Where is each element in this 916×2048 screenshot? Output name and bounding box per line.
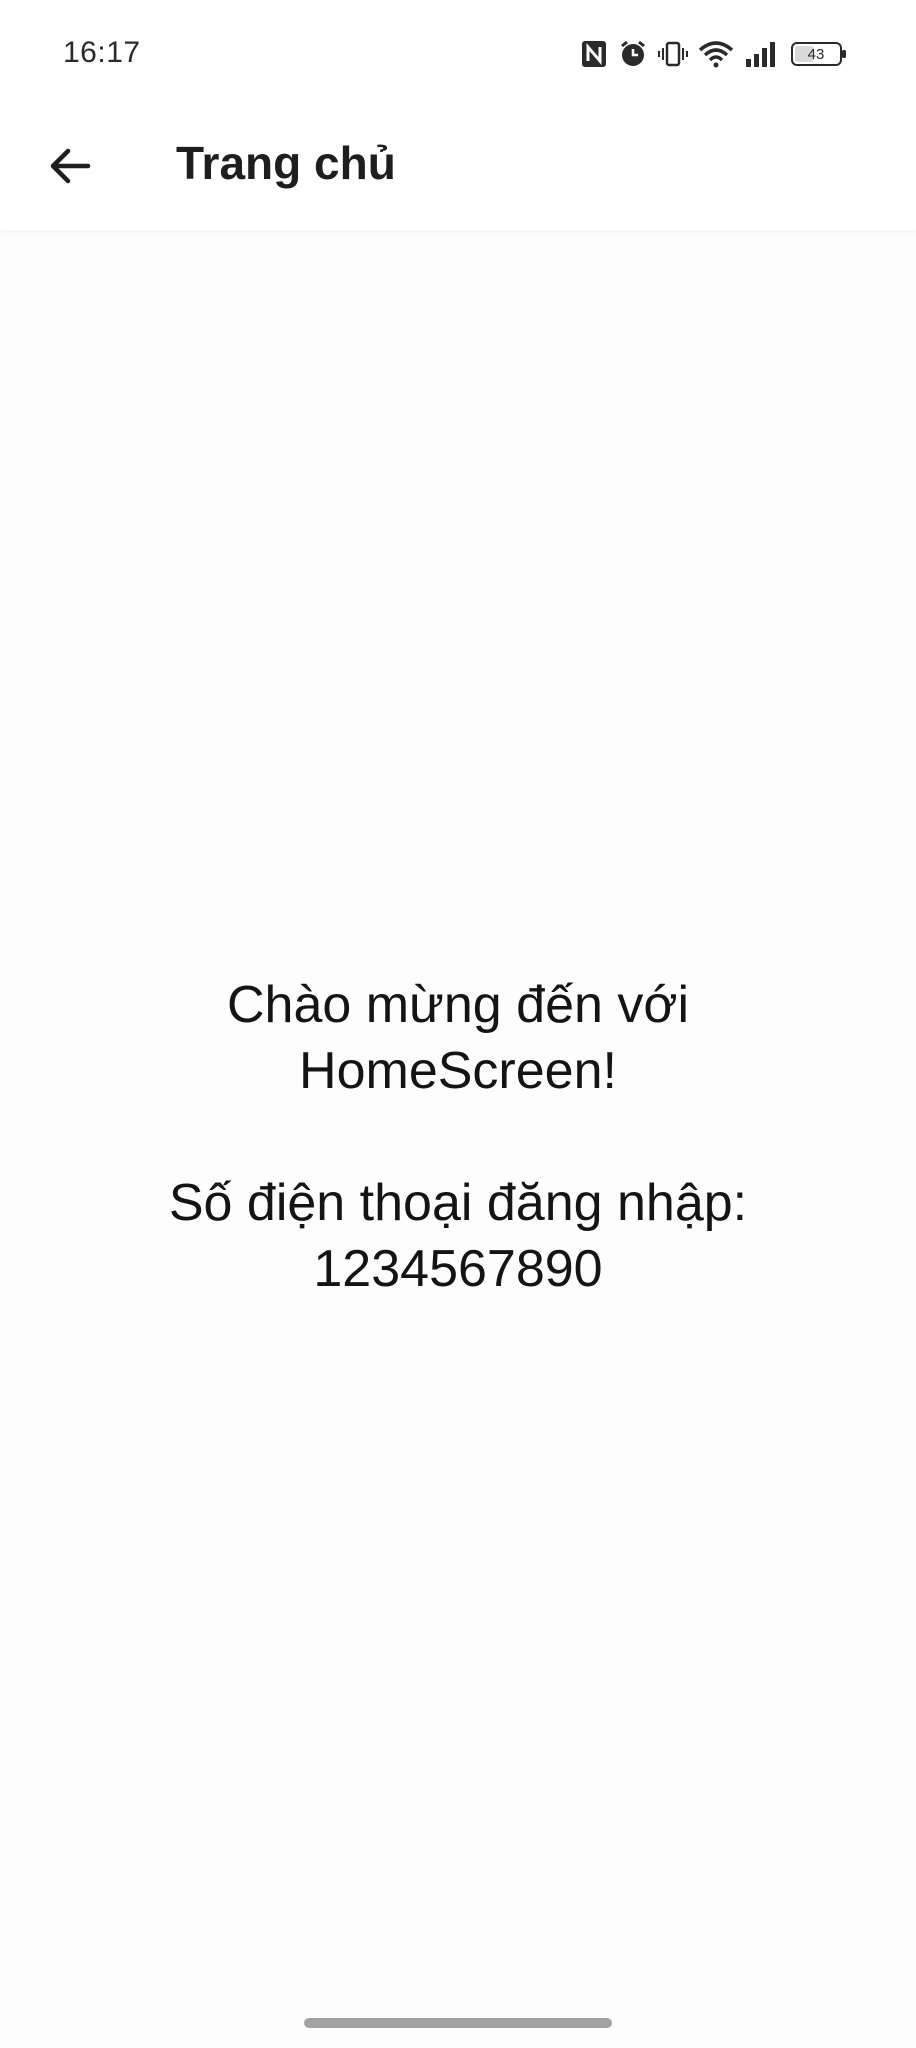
vibrate-icon [658,39,688,69]
signal-icon [744,39,780,69]
app-bar: Trang chủ [0,110,916,230]
back-button[interactable] [30,128,110,208]
page-title: Trang chủ [176,137,396,189]
status-icons: 43 [580,34,848,74]
phone-label: Số điện thoại đăng nhập: [168,1174,748,1232]
battery-icon: 43 [790,39,848,69]
phone-number: 1234567890 [313,1240,603,1298]
status-bar: 16:17 43 [0,0,916,110]
arrow-left-icon [46,142,94,195]
wifi-icon [698,39,734,69]
welcome-line-1: Chào mừng đến với [226,976,690,1034]
welcome-line-2: HomeScreen! [299,1042,617,1100]
gesture-nav-bar[interactable] [304,2018,612,2028]
battery-level: 43 [808,46,825,63]
main-content: Chào mừng đến với HomeScreen! Số điện th… [0,972,916,1302]
status-time: 16:17 [63,36,141,69]
alarm-icon [618,39,648,69]
nfc-icon [580,39,608,69]
